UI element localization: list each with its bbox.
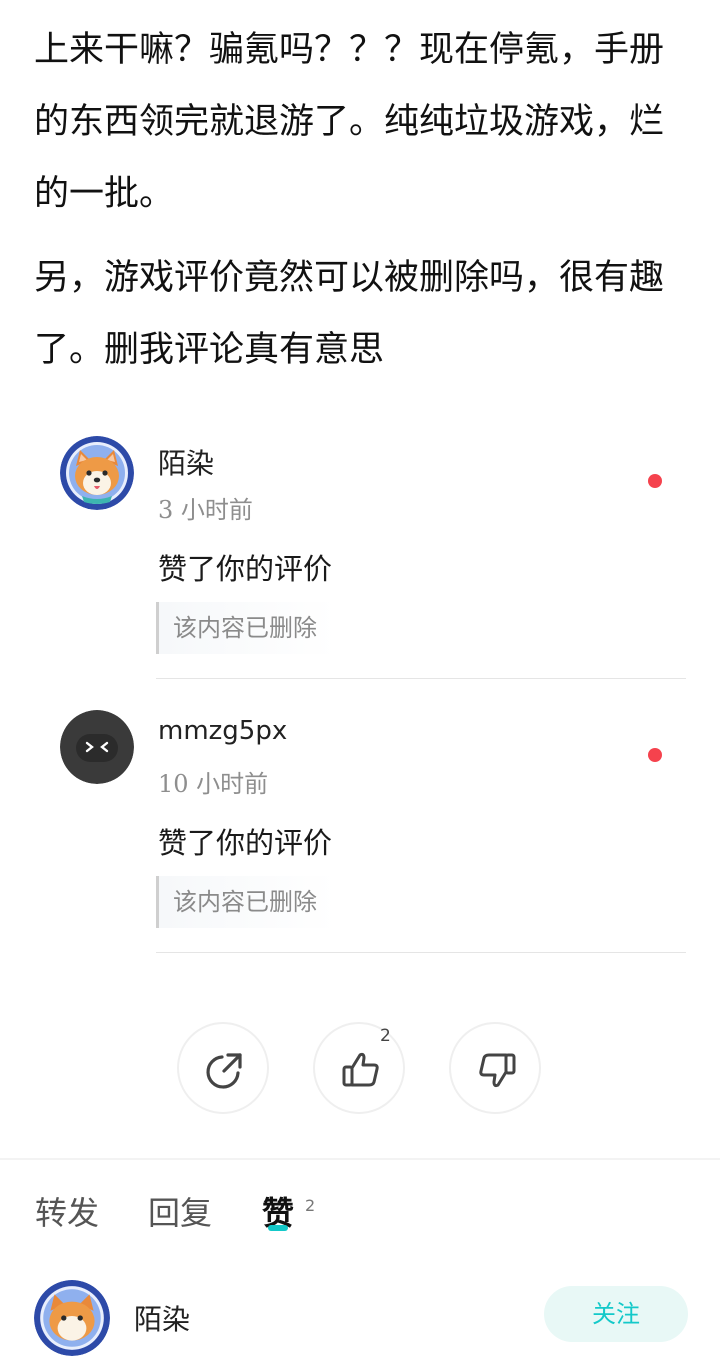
active-tab-indicator <box>268 1225 288 1231</box>
divider <box>156 952 686 953</box>
thumbs-down-icon <box>479 1053 516 1088</box>
thumbs-up-icon <box>342 1052 379 1087</box>
unread-dot <box>648 748 662 762</box>
notification-username[interactable]: 陌染 <box>158 442 214 482</box>
notification-action-text: 赞了你的评价 <box>158 552 333 586</box>
review-content: 上来干嘛？骗氪吗？？？现在停氪，手册的东西领完就退游了。纯纯垃圾游戏，烂的一批。… <box>34 14 684 398</box>
quoted-content[interactable]: 该内容已删除 <box>156 876 336 928</box>
review-paragraph: 上来干嘛？骗氪吗？？？现在停氪，手册的东西领完就退游了。纯纯垃圾游戏，烂的一批。 <box>34 30 665 214</box>
share-icon <box>206 1053 242 1089</box>
like-button[interactable] <box>313 1022 405 1114</box>
tab-like-count: 2 <box>305 1196 316 1215</box>
section-separator <box>0 1158 720 1160</box>
follow-button[interactable]: 关注 <box>544 1286 688 1342</box>
unread-dot <box>648 474 662 488</box>
share-button[interactable] <box>177 1022 269 1114</box>
review-paragraph: 另，游戏评价竟然可以被删除吗，很有趣了。删我评论真有意思 <box>34 258 665 370</box>
shiba-dog-avatar-icon[interactable] <box>34 1280 110 1356</box>
like-count: 2 <box>380 1026 391 1046</box>
notification-time: 3 小时前 <box>158 496 253 524</box>
tab-reply[interactable]: 回复 <box>148 1188 212 1234</box>
notification-username[interactable]: mmzg5px <box>158 716 287 746</box>
quoted-content[interactable]: 该内容已删除 <box>156 602 336 654</box>
notification-time: 10 小时前 <box>158 770 269 798</box>
divider <box>156 678 686 679</box>
tab-repost[interactable]: 转发 <box>35 1188 99 1234</box>
user-name[interactable]: 陌染 <box>134 1298 190 1338</box>
shiba-dog-avatar-icon[interactable] <box>60 436 134 510</box>
notification-action-text: 赞了你的评价 <box>158 826 333 860</box>
dark-face-avatar-icon[interactable] <box>60 710 134 784</box>
dislike-button[interactable] <box>449 1022 541 1114</box>
